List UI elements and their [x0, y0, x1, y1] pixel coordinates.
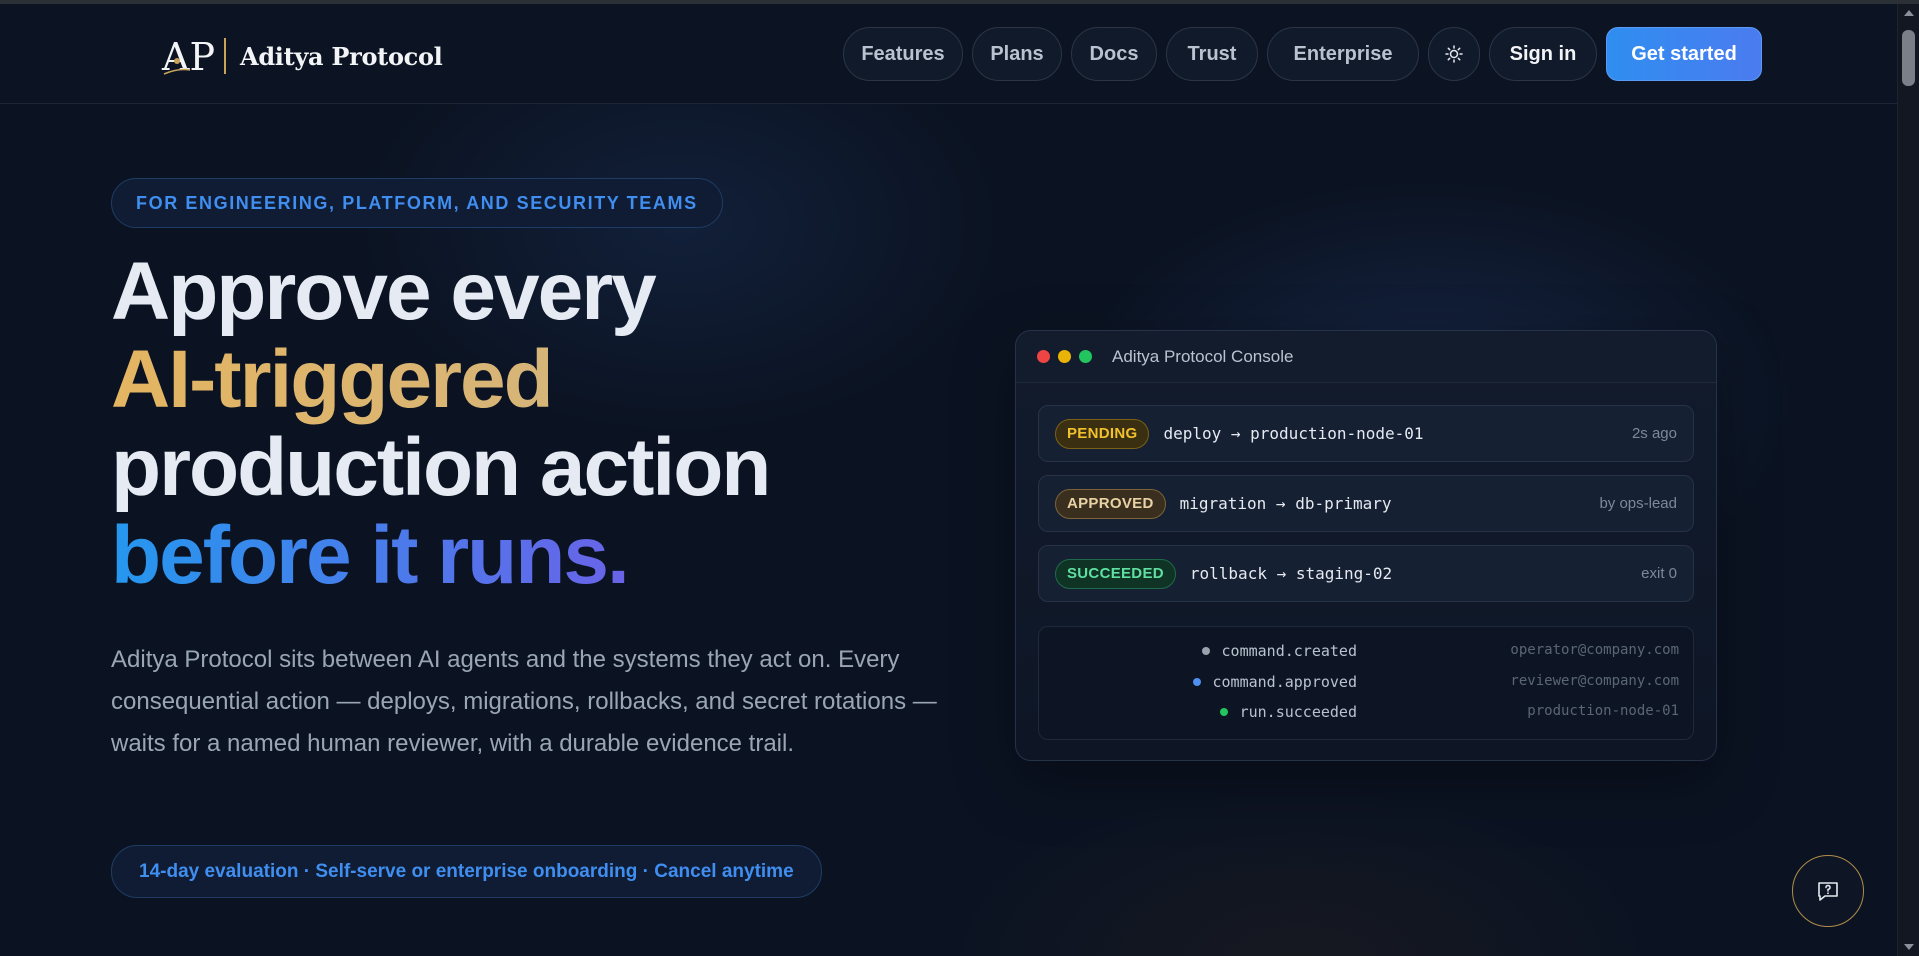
command-row: APPROVED migration → db-primary by ops-l…	[1038, 475, 1694, 532]
headline-line-4: before it runs.	[111, 510, 630, 601]
event-item: run.succeeded production-node-01	[1039, 703, 1695, 723]
command-meta: 2s ago	[1631, 425, 1677, 442]
command-row: SUCCEEDED rollback → staging-02 exit 0	[1038, 545, 1694, 602]
logo-divider	[224, 38, 226, 74]
page-scrollbar[interactable]	[1897, 4, 1919, 956]
event-name: run.succeeded	[1219, 703, 1357, 721]
ap-monogram-icon: AP	[161, 35, 215, 78]
hero-description: Aditya Protocol sits between AI agents a…	[111, 646, 937, 757]
console-titlebar: Aditya Protocol Console	[1016, 331, 1716, 383]
get-started-button[interactable]: Get started	[1606, 27, 1762, 81]
nav-trust[interactable]: Trust	[1166, 27, 1258, 81]
sun-icon	[1445, 45, 1463, 63]
event-name: command.created	[1201, 642, 1357, 660]
trial-note: 14-day evaluation · Self-serve or enterp…	[111, 845, 822, 898]
event-dot-gray	[1201, 647, 1210, 655]
command-text: rollback → staging-02	[1189, 564, 1393, 583]
scroll-down-arrow-icon[interactable]	[1904, 944, 1914, 950]
headline-line-3: production action	[111, 422, 771, 513]
hero-headline: Approve every AI-triggered production ac…	[111, 248, 911, 600]
command-text: migration → db-primary	[1179, 494, 1392, 513]
site-header: AP Aditya Protocol Features Plans Docs T…	[0, 4, 1897, 104]
nav-docs[interactable]: Docs	[1071, 27, 1157, 81]
main-nav: Features Plans Docs Trust Enterprise Sig…	[843, 27, 1762, 81]
theme-toggle-button[interactable]	[1428, 27, 1480, 81]
scrollbar-thumb[interactable]	[1902, 30, 1915, 86]
feedback-button[interactable]	[1792, 855, 1864, 927]
brand-logo[interactable]: AP Aditya Protocol	[160, 34, 443, 78]
console-title: Aditya Protocol Console	[1112, 346, 1294, 366]
headline-line-1: Approve every	[111, 246, 657, 337]
event-item: command.created operator@company.com	[1039, 642, 1695, 662]
scroll-up-arrow-icon[interactable]	[1904, 10, 1914, 16]
window-close-dot	[1037, 350, 1050, 363]
status-badge-approved: APPROVED	[1055, 488, 1166, 519]
event-dot-green	[1219, 708, 1228, 716]
event-log: command.created operator@company.com com…	[1038, 626, 1694, 740]
event-actor: reviewer@company.com	[1510, 673, 1679, 689]
command-meta: exit 0	[1641, 565, 1677, 582]
headline-line-2: AI-triggered	[111, 334, 554, 425]
command-meta: by ops-lead	[1599, 495, 1677, 512]
command-row: PENDING deploy → production-node-01 2s a…	[1038, 405, 1694, 462]
window-minimize-dot	[1058, 350, 1071, 363]
audience-badge: FOR ENGINEERING, PLATFORM, AND SECURITY …	[111, 178, 723, 228]
event-actor: production-node-01	[1527, 703, 1679, 719]
brand-name: Aditya Protocol	[240, 41, 443, 71]
nav-plans[interactable]: Plans	[972, 27, 1062, 81]
event-item: command.approved reviewer@company.com	[1039, 673, 1695, 693]
status-badge-succeeded: SUCCEEDED	[1055, 558, 1176, 589]
window-maximize-dot	[1079, 350, 1092, 363]
nav-features[interactable]: Features	[843, 27, 963, 81]
sign-in-button[interactable]: Sign in	[1489, 27, 1597, 81]
event-dot-blue	[1192, 678, 1201, 686]
event-actor: operator@company.com	[1510, 642, 1679, 658]
nav-enterprise[interactable]: Enterprise	[1267, 27, 1419, 81]
feedback-chat-icon	[1818, 882, 1838, 901]
console-preview: Aditya Protocol Console PENDING deploy →…	[1015, 330, 1717, 761]
status-badge-pending: PENDING	[1055, 418, 1150, 449]
event-name: command.approved	[1192, 673, 1357, 691]
command-text: deploy → production-node-01	[1163, 424, 1424, 443]
